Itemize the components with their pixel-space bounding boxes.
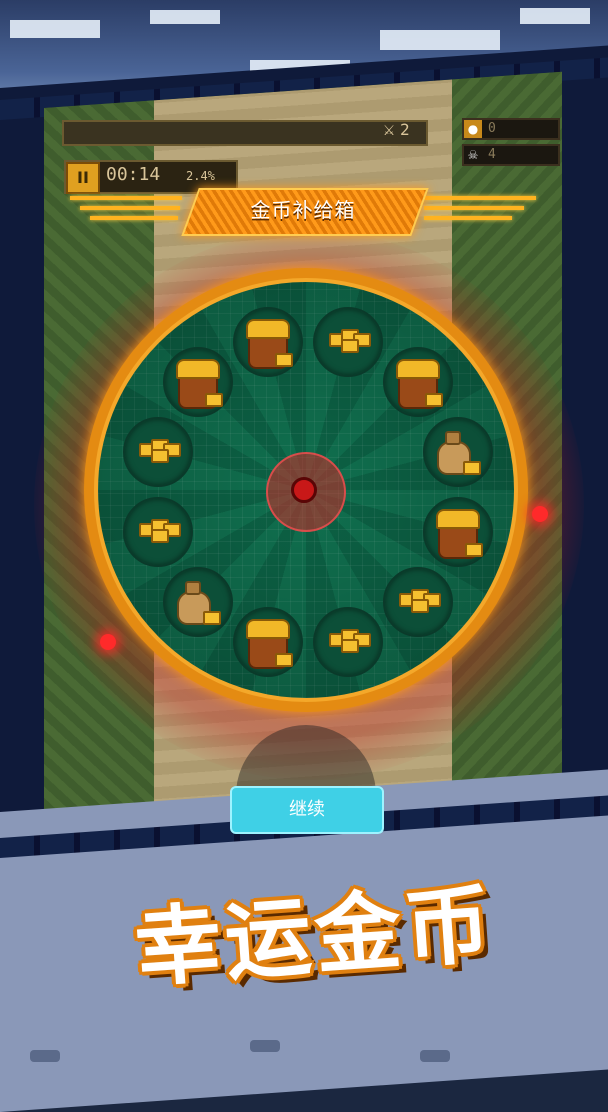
title-stripe [424,206,524,210]
wheel-slot [422,497,493,568]
wheel-slot [232,606,303,677]
wheel-slot [232,307,303,378]
gold-bucket-icon [425,499,491,565]
wheel-pointer [291,477,317,503]
wheel-slot [313,606,384,677]
gold-bar [341,638,360,653]
skull-count: 4 [488,147,496,162]
gold-bar [205,393,224,408]
title-stripe [424,196,536,200]
sack-neck [185,580,202,595]
wheel-slot [163,566,234,637]
title-stripe [424,216,512,220]
pause-button[interactable]: II [66,162,100,194]
wheel-slot [163,347,234,418]
gold-bars-icon [315,609,381,675]
cloud [380,30,500,50]
coin-icon: ● [464,120,482,138]
gold-bar [424,393,443,408]
gold-bars-icon [385,569,451,635]
timer-text: 00:14 [106,164,161,185]
gold-bar [462,460,481,475]
coin-count: 0 [488,121,496,136]
gold-bucket-icon [385,349,451,415]
bucket-gold [245,319,290,340]
sack-neck [444,430,461,445]
wheel-slot [313,307,384,378]
gold-bucket-icon [235,309,301,375]
title-stripe [80,206,180,210]
gold-bar [151,448,170,463]
title-stripe [70,196,182,200]
sword-icon: ⚔ [382,123,396,139]
coin-counter: ● 0 [462,118,560,140]
bucket-gold [435,509,480,530]
gold-bar [203,610,222,625]
gold-bar [341,339,360,354]
gold-bar [274,353,293,368]
bucket-gold [395,359,440,380]
gold-sack-icon [425,419,491,485]
dialog-title: 金币补给箱 [250,198,356,222]
warning-light [532,506,548,522]
gold-bars-icon [125,499,191,565]
gold-bars-icon [125,419,191,485]
skull-counter: ☠ 4 [462,144,560,166]
gold-sack-icon [165,569,231,635]
rock [30,1050,60,1062]
gold-bucket-icon [165,349,231,415]
gold-bar [410,598,429,613]
rock [420,1050,450,1062]
cloud [520,8,590,24]
bucket-gold [176,359,221,380]
rock [250,1040,280,1052]
wheel-slot [382,347,453,418]
kill-count: 2 [400,120,410,139]
bucket-gold [245,618,290,639]
cloud [150,10,220,24]
progress-text: 2.4% [186,169,215,183]
wheel-slot [382,566,453,637]
gold-bar [464,543,483,558]
warning-light [100,634,116,650]
gold-bucket-icon [235,609,301,675]
gold-bar [151,529,170,544]
gold-bars-icon [315,309,381,375]
hud-top-bar [62,120,428,146]
wheel-slot [123,497,194,568]
skull-icon: ☠ [467,148,479,162]
continue-button[interactable]: 继续 [230,786,384,834]
cloud [10,20,100,38]
wheel-slot [422,416,493,487]
gold-bar [274,652,293,667]
title-stripe [90,216,178,220]
wheel-slot [123,416,194,487]
